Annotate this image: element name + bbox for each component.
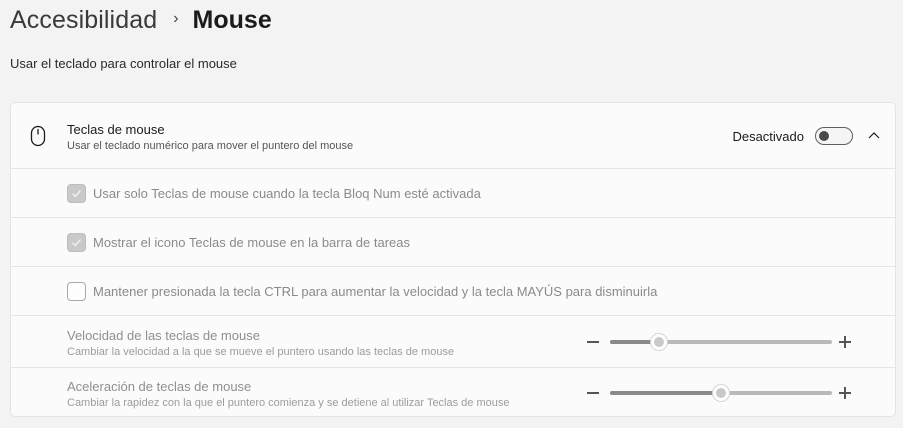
acceleration-slider[interactable] (610, 384, 832, 402)
speed-slider-description: Cambiar la velocidad a la que se mueve e… (67, 346, 455, 358)
minus-icon (587, 392, 599, 394)
mouse-keys-description: Usar el teclado numérico para mover el p… (67, 140, 354, 152)
chevron-up-icon[interactable] (867, 130, 881, 140)
checkmark-icon (72, 239, 82, 247)
acceleration-slider-fill (610, 391, 721, 395)
speed-slider-title: Velocidad de las teclas de mouse (67, 328, 260, 343)
mouse-keys-toggle[interactable] (815, 127, 853, 145)
mouse-icon (30, 125, 46, 147)
option-row-numlock[interactable]: Usar solo Teclas de mouse cuando la tecl… (11, 169, 895, 218)
option-row-ctrl-shift[interactable]: Mantener presionada la tecla CTRL para a… (11, 267, 895, 316)
speed-slider[interactable] (610, 333, 832, 351)
slider-row-speed: Velocidad de las teclas de mouse Cambiar… (11, 316, 895, 368)
breadcrumb: Accesibilidad › Mouse (10, 2, 272, 38)
taskbar-icon-checkbox[interactable] (67, 233, 86, 252)
ctrl-shift-speed-label: Mantener presionada la tecla CTRL para a… (93, 284, 658, 299)
section-subtitle: Usar el teclado para controlar el mouse (10, 56, 237, 71)
slider-row-acceleration: Aceleración de teclas de mouse Cambiar l… (11, 368, 895, 417)
plus-icon (839, 336, 851, 348)
speed-slider-thumb[interactable] (650, 333, 668, 351)
mouse-keys-title: Teclas de mouse (67, 122, 165, 137)
checkmark-icon (72, 190, 82, 198)
page-title: Mouse (192, 5, 272, 34)
option-row-taskbar-icon[interactable]: Mostrar el icono Teclas de mouse en la b… (11, 218, 895, 267)
taskbar-icon-label: Mostrar el icono Teclas de mouse en la b… (93, 235, 410, 250)
acceleration-slider-description: Cambiar la rapidez con la que el puntero… (67, 397, 510, 409)
mouse-keys-header[interactable]: Teclas de mouse Usar el teclado numérico… (11, 103, 895, 169)
minus-icon (587, 341, 599, 343)
acceleration-slider-thumb[interactable] (712, 384, 730, 402)
numlock-only-label: Usar solo Teclas de mouse cuando la tecl… (93, 186, 481, 201)
breadcrumb-accessibility-link[interactable]: Accesibilidad (10, 6, 157, 35)
toggle-knob (819, 131, 829, 141)
numlock-only-checkbox[interactable] (67, 184, 86, 203)
mouse-keys-panel: Teclas de mouse Usar el teclado numérico… (10, 102, 896, 417)
acceleration-slider-title: Aceleración de teclas de mouse (67, 379, 252, 394)
plus-icon (839, 387, 851, 399)
ctrl-shift-speed-checkbox[interactable] (67, 282, 86, 301)
toggle-state-label: Desactivado (732, 129, 804, 144)
breadcrumb-separator-icon: › (173, 10, 179, 27)
